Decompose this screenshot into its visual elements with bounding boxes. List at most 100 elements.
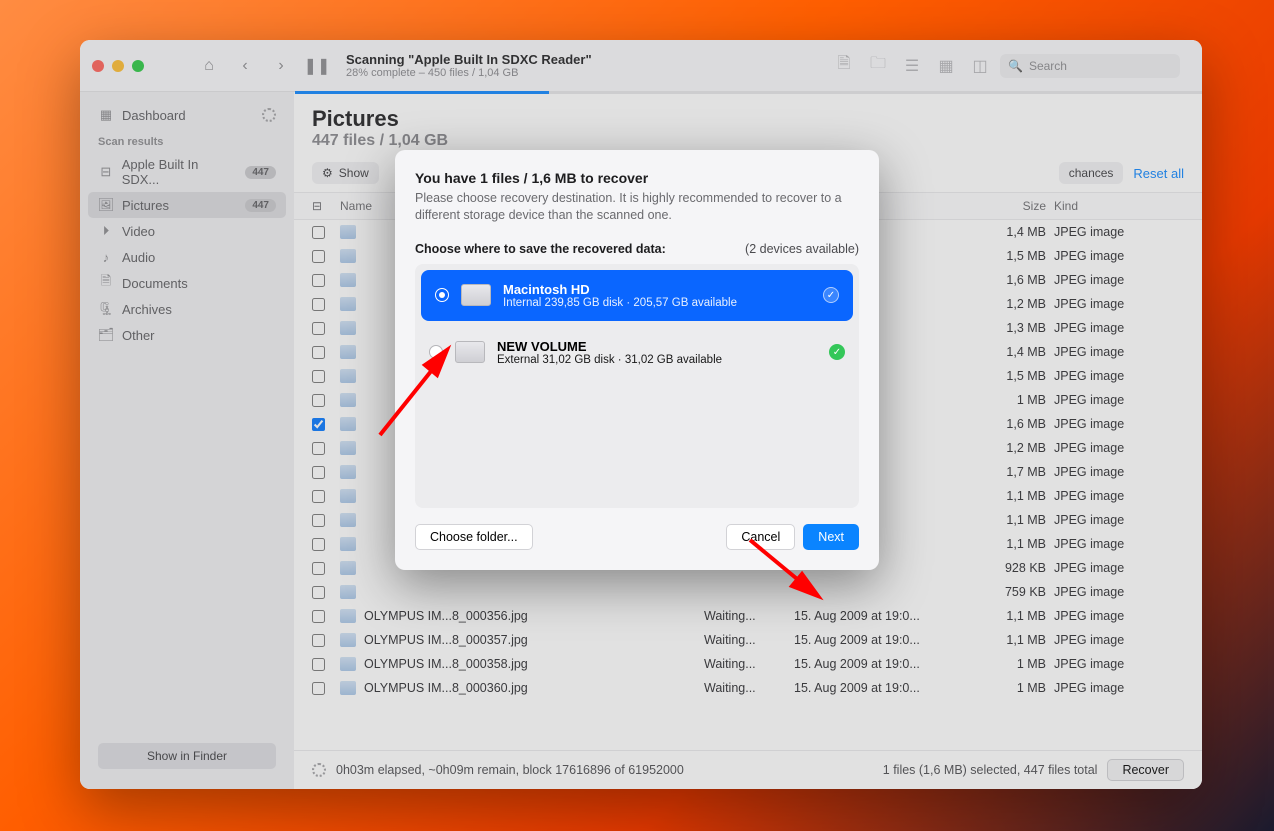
reset-all-link[interactable]: Reset all <box>1133 166 1184 181</box>
drive-icon: ⊟ <box>98 164 114 180</box>
table-row[interactable]: OLYMPUS IM...8_000356.jpg Waiting... 15.… <box>294 604 1202 628</box>
choose-folder-button[interactable]: Choose folder... <box>415 524 533 550</box>
file-size: 1,5 MB <box>964 249 1054 263</box>
file-date: 15. Aug 2009 at 19:0... <box>794 657 964 671</box>
spinner-icon <box>262 108 276 122</box>
cancel-button[interactable]: Cancel <box>726 524 795 550</box>
footer-elapsed: 0h03m elapsed, ~0h09m remain, block 1761… <box>336 763 684 777</box>
sidebar-item-apple-built-in-sdx-[interactable]: ⊟Apple Built In SDX...447 <box>88 152 286 192</box>
chances-label: chances <box>1069 166 1114 180</box>
table-row[interactable]: OLYMPUS IM...8_000358.jpg Waiting... 15.… <box>294 652 1202 676</box>
sidebar-item-label: Archives <box>122 302 172 317</box>
file-icon <box>340 273 356 287</box>
row-checkbox[interactable] <box>312 226 325 239</box>
dashboard-icon: ▦ <box>98 107 114 123</box>
file-kind: JPEG image <box>1054 393 1184 407</box>
sidebar-item-label: Apple Built In SDX... <box>122 157 238 187</box>
sidebar-item-pictures[interactable]: 🖼Pictures447 <box>88 192 286 218</box>
file-kind: JPEG image <box>1054 513 1184 527</box>
file-kind: JPEG image <box>1054 489 1184 503</box>
row-checkbox[interactable] <box>312 298 325 311</box>
file-size: 1,1 MB <box>964 633 1054 647</box>
sidebar-item-audio[interactable]: ♪Audio <box>88 244 286 270</box>
row-checkbox[interactable] <box>312 634 325 647</box>
recover-button[interactable]: Recover <box>1107 759 1184 781</box>
row-checkbox[interactable] <box>312 490 325 503</box>
close-window-icon[interactable] <box>92 60 104 72</box>
search-input[interactable]: 🔍 Search <box>1000 54 1180 78</box>
next-button[interactable]: Next <box>803 524 859 550</box>
sidebar-item-archives[interactable]: 🗜Archives <box>88 296 286 322</box>
row-checkbox[interactable] <box>312 274 325 287</box>
file-size: 759 KB <box>964 585 1054 599</box>
file-icon <box>340 465 356 479</box>
folder-icon[interactable]: 🗀 <box>864 55 892 77</box>
pause-icon[interactable]: ❚❚ <box>302 53 332 79</box>
sidebar-item-dashboard[interactable]: ▦ Dashboard <box>88 102 286 128</box>
row-checkbox[interactable] <box>312 514 325 527</box>
file-size: 1,2 MB <box>964 441 1054 455</box>
zoom-window-icon[interactable] <box>132 60 144 72</box>
row-checkbox[interactable] <box>312 442 325 455</box>
sidebar-item-other[interactable]: 🗂Other <box>88 322 286 348</box>
row-checkbox[interactable] <box>312 586 325 599</box>
collapse-all-icon[interactable]: ⊟ <box>312 199 322 213</box>
row-checkbox[interactable] <box>312 538 325 551</box>
home-icon[interactable]: ⌂ <box>194 53 224 79</box>
file-kind: JPEG image <box>1054 657 1184 671</box>
row-checkbox[interactable] <box>312 658 325 671</box>
file-icon <box>340 393 356 407</box>
col-size[interactable]: Size <box>964 199 1054 213</box>
minimize-window-icon[interactable] <box>112 60 124 72</box>
back-icon[interactable]: ‹ <box>230 53 260 79</box>
row-checkbox[interactable] <box>312 370 325 383</box>
show-filter-button[interactable]: ⚙ Show <box>312 162 379 184</box>
grid-view-icon[interactable]: ▦ <box>932 55 960 77</box>
new-file-icon[interactable]: 🗎 <box>830 55 858 77</box>
table-row[interactable]: OLYMPUS IM...8_000357.jpg Waiting... 15.… <box>294 628 1202 652</box>
search-placeholder: Search <box>1029 59 1067 73</box>
row-checkbox[interactable] <box>312 466 325 479</box>
table-row[interactable]: OLYMPUS IM...8_000360.jpg Waiting... 15.… <box>294 676 1202 700</box>
list-view-icon[interactable]: ☰ <box>898 55 926 77</box>
radio-icon[interactable] <box>435 288 449 302</box>
disk-icon <box>455 341 485 363</box>
dest-detail: Internal 239,85 GB disk · 205,57 GB avai… <box>503 297 737 309</box>
row-checkbox[interactable] <box>312 562 325 575</box>
table-row[interactable]: 759 KB JPEG image <box>294 580 1202 604</box>
file-date: 15. Aug 2009 at 19:0... <box>794 633 964 647</box>
row-checkbox[interactable] <box>312 322 325 335</box>
forward-icon[interactable]: › <box>266 53 296 79</box>
file-size: 1 MB <box>964 393 1054 407</box>
sidebar-item-documents[interactable]: 🗎Documents <box>88 270 286 296</box>
file-icon <box>340 345 356 359</box>
row-checkbox[interactable] <box>312 418 325 431</box>
row-checkbox[interactable] <box>312 250 325 263</box>
row-checkbox[interactable] <box>312 394 325 407</box>
disk-icon <box>461 284 491 306</box>
sidebar-badge: 447 <box>245 199 276 212</box>
sidebar-item-video[interactable]: ⏵Video <box>88 218 286 244</box>
row-checkbox[interactable] <box>312 682 325 695</box>
modal-devices-count: (2 devices available) <box>745 242 859 256</box>
spinner-icon <box>312 763 326 777</box>
sidebar-item-label: Other <box>122 328 155 343</box>
destination-macintosh-hd[interactable]: Macintosh HDInternal 239,85 GB disk · 20… <box>421 270 853 321</box>
destination-new-volume[interactable]: NEW VOLUMEExternal 31,02 GB disk · 31,02… <box>415 327 859 378</box>
chances-filter-button[interactable]: chances <box>1059 162 1124 184</box>
dest-name: NEW VOLUME <box>497 339 722 354</box>
show-label: Show <box>339 166 369 180</box>
traffic-lights <box>92 60 144 72</box>
radio-icon[interactable] <box>429 345 443 359</box>
file-icon <box>340 297 356 311</box>
col-kind[interactable]: Kind <box>1054 199 1184 213</box>
window-view-icon[interactable]: ◫ <box>966 55 994 77</box>
file-date: 15. Aug 2009 at 19:0... <box>794 609 964 623</box>
file-size: 1 MB <box>964 681 1054 695</box>
file-kind: JPEG image <box>1054 681 1184 695</box>
show-in-finder-button[interactable]: Show in Finder <box>98 743 276 769</box>
footer: 0h03m elapsed, ~0h09m remain, block 1761… <box>294 750 1202 789</box>
modal-choose-label: Choose where to save the recovered data: <box>415 242 666 256</box>
row-checkbox[interactable] <box>312 346 325 359</box>
row-checkbox[interactable] <box>312 610 325 623</box>
